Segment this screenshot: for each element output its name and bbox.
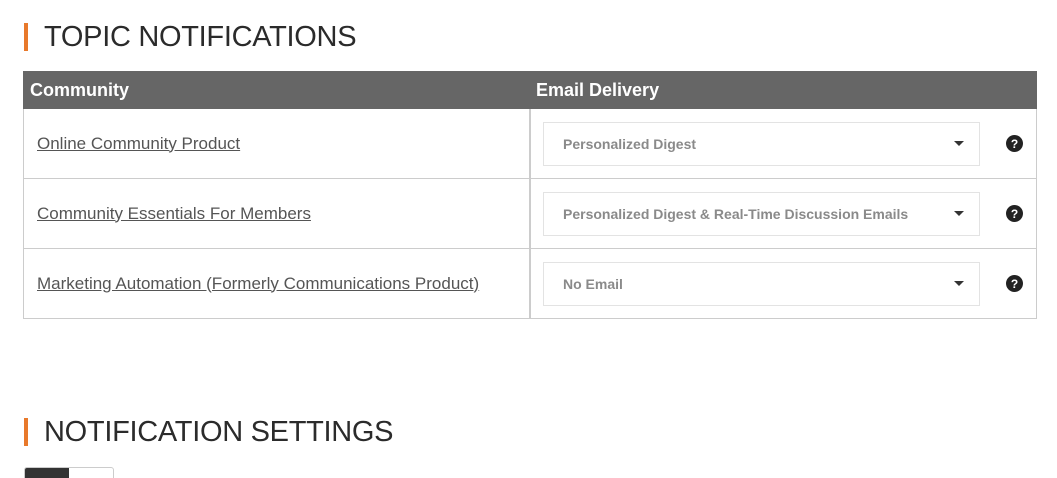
column-header-community: Community [30,79,129,100]
table-row: Online Community Product Personalized Di… [23,109,1037,179]
toggle-on-segment [25,468,69,478]
caret-down-icon [954,141,964,146]
email-delivery-cell: Personalized Digest ? [531,109,1036,178]
caret-down-icon [954,211,964,216]
community-cell: Marketing Automation (Formerly Communica… [24,249,531,318]
email-delivery-selected-value: Personalized Digest [563,135,697,152]
email-delivery-select[interactable]: No Email [543,261,980,306]
help-icon[interactable]: ? [1006,275,1023,292]
notifications-page: TOPIC NOTIFICATIONS Community Email Deli… [0,0,1057,478]
topic-notifications-title: TOPIC NOTIFICATIONS [44,20,357,53]
community-link[interactable]: Community Essentials For Members [37,204,311,224]
table-header: Community Email Delivery [23,71,1037,109]
community-link[interactable]: Online Community Product [37,134,240,154]
email-delivery-cell: No Email ? [531,249,1036,318]
caret-down-icon [954,281,964,286]
column-header-email-delivery: Email Delivery [536,79,660,100]
community-cell: Community Essentials For Members [24,179,531,248]
notification-settings-heading: NOTIFICATION SETTINGS [24,415,394,448]
email-delivery-select[interactable]: Personalized Digest [543,121,980,166]
help-icon[interactable]: ? [1006,135,1023,152]
help-icon[interactable]: ? [1006,205,1023,222]
table-row: Community Essentials For Members Persona… [23,179,1037,249]
heading-accent-bar [24,23,28,51]
topic-notifications-heading: TOPIC NOTIFICATIONS [24,20,357,53]
email-delivery-selected-value: No Email [563,275,623,292]
notification-settings-title: NOTIFICATION SETTINGS [44,415,394,448]
email-delivery-select[interactable]: Personalized Digest & Real-Time Discussi… [543,191,980,236]
heading-accent-bar [24,418,28,446]
email-delivery-cell: Personalized Digest & Real-Time Discussi… [531,179,1036,248]
community-cell: Online Community Product [24,109,531,178]
topic-notifications-table: Community Email Delivery Online Communit… [23,71,1037,319]
email-delivery-selected-value: Personalized Digest & Real-Time Discussi… [563,205,909,222]
notification-toggle[interactable] [24,467,114,478]
community-link[interactable]: Marketing Automation (Formerly Communica… [37,274,479,294]
table-row: Marketing Automation (Formerly Communica… [23,249,1037,319]
